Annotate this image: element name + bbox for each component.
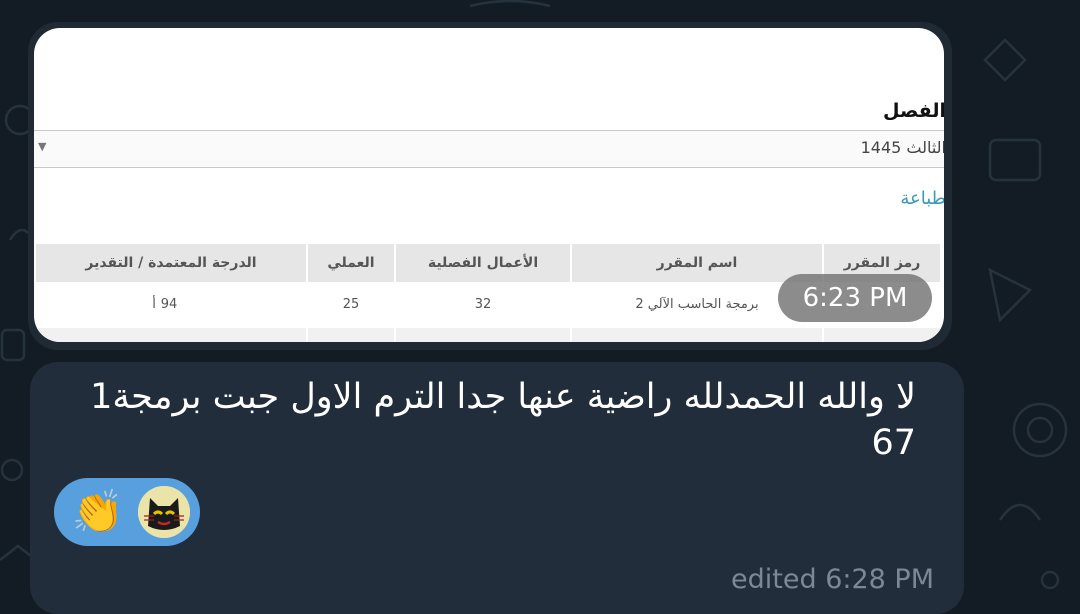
image-message[interactable]: الفصل الثالث 1445 ▼ طباعة رمز المقرر اسم… [28,22,952,350]
cell-coursework: 32 [474,297,492,312]
text-message[interactable]: لا والله الحمدلله راضية عنها جدا الترم ا… [30,362,964,614]
reactions-pill[interactable]: 👏 [54,478,200,546]
header-coursework: الأعمال الفصلية [396,244,570,282]
header-grade: الدرجة المعتمدة / التقدير [36,244,306,282]
print-link[interactable]: طباعة [900,188,944,209]
cat-avatar-icon [138,486,190,538]
semester-dropdown[interactable]: الثالث 1445 ▼ [34,130,944,168]
semester-value: الثالث 1445 [860,138,944,157]
table-row [396,328,570,342]
header-practical: العملي [308,244,394,282]
edited-timestamp: edited 6:28 PM [731,564,934,595]
image-time-badge: 6:23 PM [778,274,932,322]
table-row [308,328,394,342]
table-row [572,328,822,342]
cell-letter-grade: أ [152,297,156,312]
header-course-name: اسم المقرر [572,244,822,282]
table-row [824,328,940,342]
clapping-hands-icon: 👏 [71,487,125,536]
dropdown-arrow-icon: ▼ [38,140,47,153]
cell-practical: 25 [342,297,360,312]
table-row [36,328,306,342]
message-text: لا والله الحمدلله راضية عنها جدا الترم ا… [90,377,916,463]
semester-label: الفصل [882,100,944,122]
